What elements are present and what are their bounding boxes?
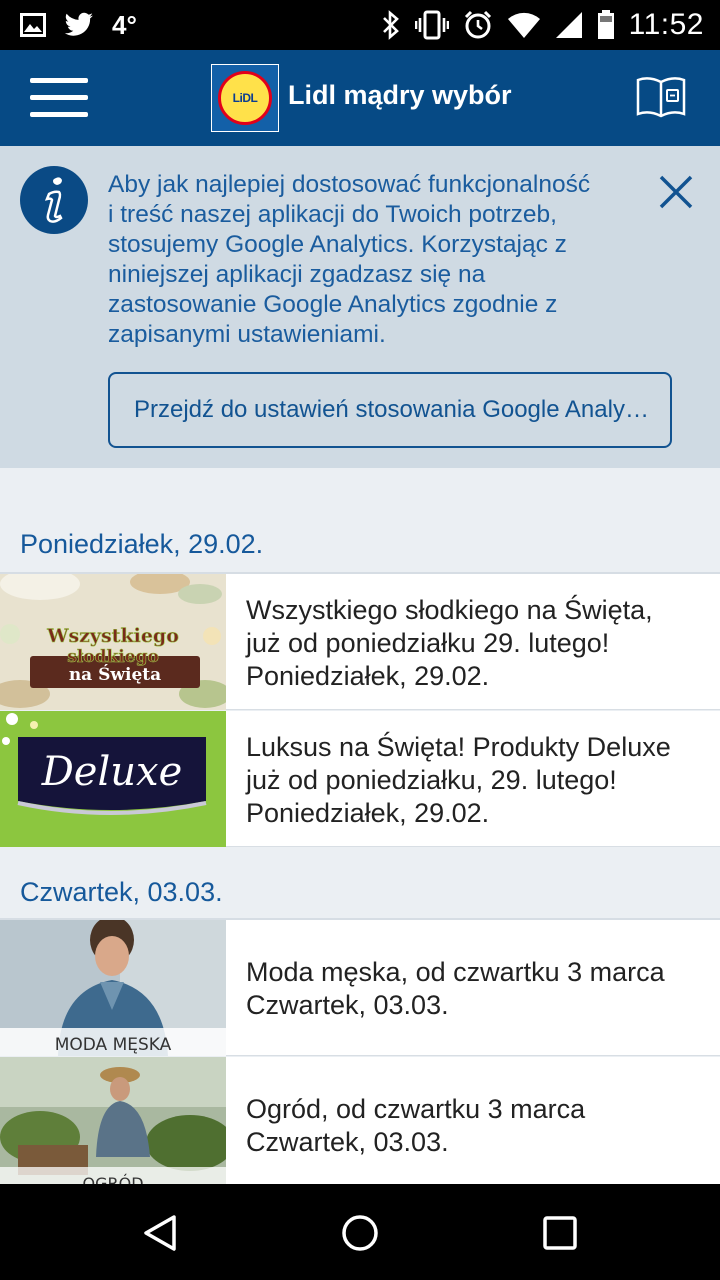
item-text: Ogród, od czwartku 3 marca Czwartek, 03.…: [246, 1093, 706, 1159]
notice-line: stosujemy Google Analytics. Korzystając …: [108, 231, 567, 258]
logo-text: LiDL: [232, 91, 258, 105]
item-title-line: już od poniedziałku, 29. lutego!: [246, 765, 617, 795]
bluetooth-icon: [381, 10, 401, 40]
wifi-icon: [507, 11, 541, 39]
book-icon: [636, 77, 686, 118]
clock-text: 11:52: [628, 8, 704, 41]
analytics-notice: Aby jak najlepiej dostosować funkcjonaln…: [0, 146, 720, 468]
item-text: Moda męska, od czwartku 3 marca Czwartek…: [246, 956, 706, 1022]
item-title-line: Ogród, od czwartku 3 marca: [246, 1094, 586, 1124]
item-title-line: już od poniedziałku 29. lutego!: [246, 628, 610, 658]
status-bar: 4° 11:52: [0, 0, 720, 50]
home-icon: [342, 1215, 378, 1251]
item-text: Wszystkiego słodkiego na Święta, już od …: [246, 594, 706, 693]
content-area: Aby jak najlepiej dostosować funkcjonaln…: [0, 146, 720, 1184]
thumb-text: Deluxe: [41, 749, 183, 795]
lidl-logo: LiDL: [211, 64, 279, 132]
thumb-text: MODA MĘSKA: [55, 1035, 172, 1055]
section-header: Czwartek, 03.03.: [20, 876, 223, 907]
alarm-icon: [463, 10, 493, 40]
notice-line: niniejszej aplikacji zgadzasz się na: [108, 261, 486, 288]
section-header: Poniedziałek, 29.02.: [20, 528, 264, 559]
gallery-icon: [20, 13, 46, 37]
system-nav-bar: [0, 1184, 720, 1280]
list-item[interactable]: Wszystkiego słodkiego na Święta Wszystki…: [0, 574, 720, 710]
thumb-text: słodkiego: [67, 647, 159, 667]
item-title-line: Luksus na Święta! Produkty Deluxe: [246, 732, 671, 762]
item-text: Luksus na Święta! Produkty Deluxe już od…: [246, 731, 706, 830]
menu-icon-bar: [30, 112, 88, 117]
item-thumbnail: Wszystkiego słodkiego na Święta: [0, 574, 226, 710]
item-thumbnail: Deluxe: [0, 711, 226, 847]
thumb-text: Wszystkiego: [46, 625, 179, 647]
item-date: Poniedziałek, 29.02.: [246, 661, 490, 691]
menu-button[interactable]: [30, 78, 88, 118]
close-notice-button[interactable]: [656, 172, 696, 212]
leaflet-button[interactable]: [636, 76, 686, 118]
notice-line: Aby jak najlepiej dostosować funkcjonaln…: [108, 171, 591, 198]
menu-icon-bar: [30, 95, 88, 100]
thumb-text: OGRÓD: [82, 1174, 143, 1184]
back-button[interactable]: [135, 1208, 185, 1258]
list-item[interactable]: Deluxe Luksus na Święta! Produkty Deluxe…: [0, 711, 720, 847]
back-icon: [144, 1215, 176, 1251]
app-title: Lidl mądry wybór: [288, 80, 512, 110]
notice-line: i treść naszej aplikacji do Twoich potrz…: [108, 201, 557, 228]
item-date: Czwartek, 03.03.: [246, 990, 449, 1020]
vibrate-icon: [414, 10, 449, 40]
item-thumbnail: OGRÓD: [0, 1057, 226, 1184]
logo-circle: LiDL: [218, 71, 272, 125]
menu-icon-bar: [30, 78, 88, 83]
item-date: Czwartek, 03.03.: [246, 1127, 449, 1157]
list-item[interactable]: OGRÓD Ogród, od czwartku 3 marca Czwarte…: [0, 1057, 720, 1184]
app-bar: LiDL Lidl mądry wybór: [0, 50, 720, 146]
item-date: Poniedziałek, 29.02.: [246, 798, 490, 828]
home-button[interactable]: [335, 1208, 385, 1258]
item-title-line: Moda męska, od czwartku 3 marca: [246, 957, 665, 987]
notice-text: Aby jak najlepiej dostosować funkcjonaln…: [108, 170, 648, 350]
twitter-icon: [64, 12, 94, 38]
list-item[interactable]: MODA MĘSKA Moda męska, od czwartku 3 mar…: [0, 920, 720, 1056]
notice-line: zapisanymi ustawieniami.: [108, 321, 386, 348]
battery-icon: [597, 10, 615, 40]
recents-button[interactable]: [535, 1208, 585, 1258]
info-icon: [20, 166, 88, 234]
notice-line: zastosowanie Google Analytics zgodnie z: [108, 291, 558, 318]
signal-icon: [555, 11, 583, 39]
thumb-text: na Święta: [69, 664, 161, 685]
item-thumbnail: MODA MĘSKA: [0, 920, 226, 1056]
analytics-settings-button[interactable]: Przejdź do ustawień stosowania Google An…: [108, 372, 672, 448]
recents-icon: [543, 1216, 577, 1250]
close-icon: [659, 175, 693, 209]
item-title-line: Wszystkiego słodkiego na Święta,: [246, 595, 653, 625]
analytics-settings-label: Przejdź do ustawień stosowania Google An…: [134, 396, 650, 423]
temperature-text: 4°: [112, 9, 137, 40]
